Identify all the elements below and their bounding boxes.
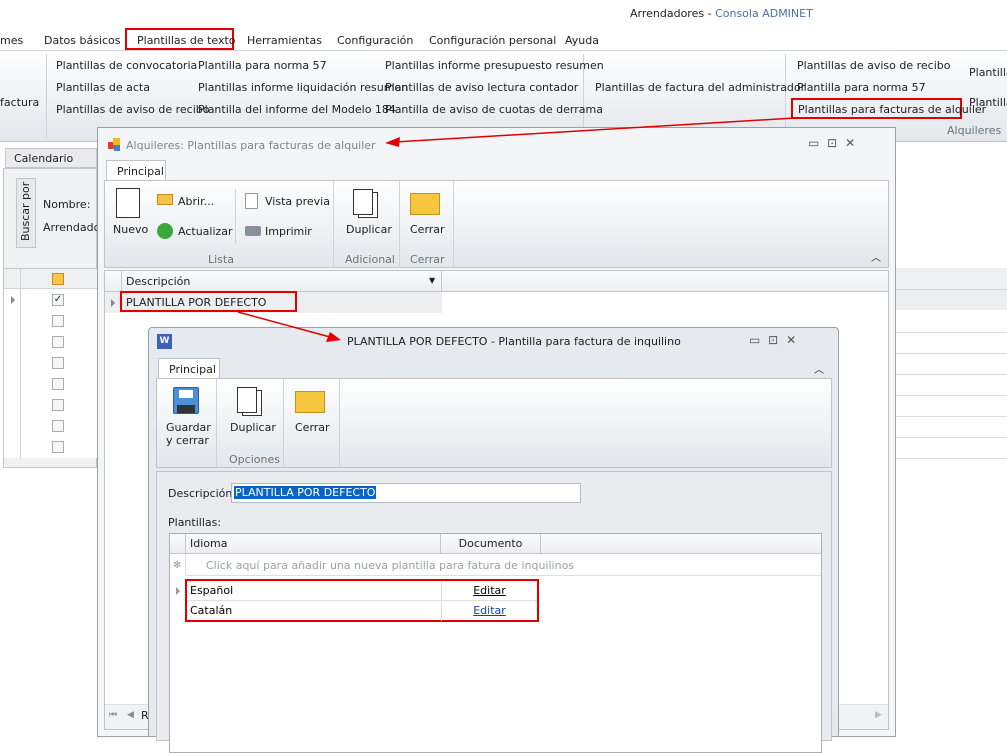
annotation-arrows	[237, 117, 796, 342]
arrow-line	[394, 117, 796, 143]
arrowhead-icon	[385, 137, 400, 147]
arrow-line	[237, 311, 331, 338]
arrowhead-icon	[326, 332, 341, 342]
